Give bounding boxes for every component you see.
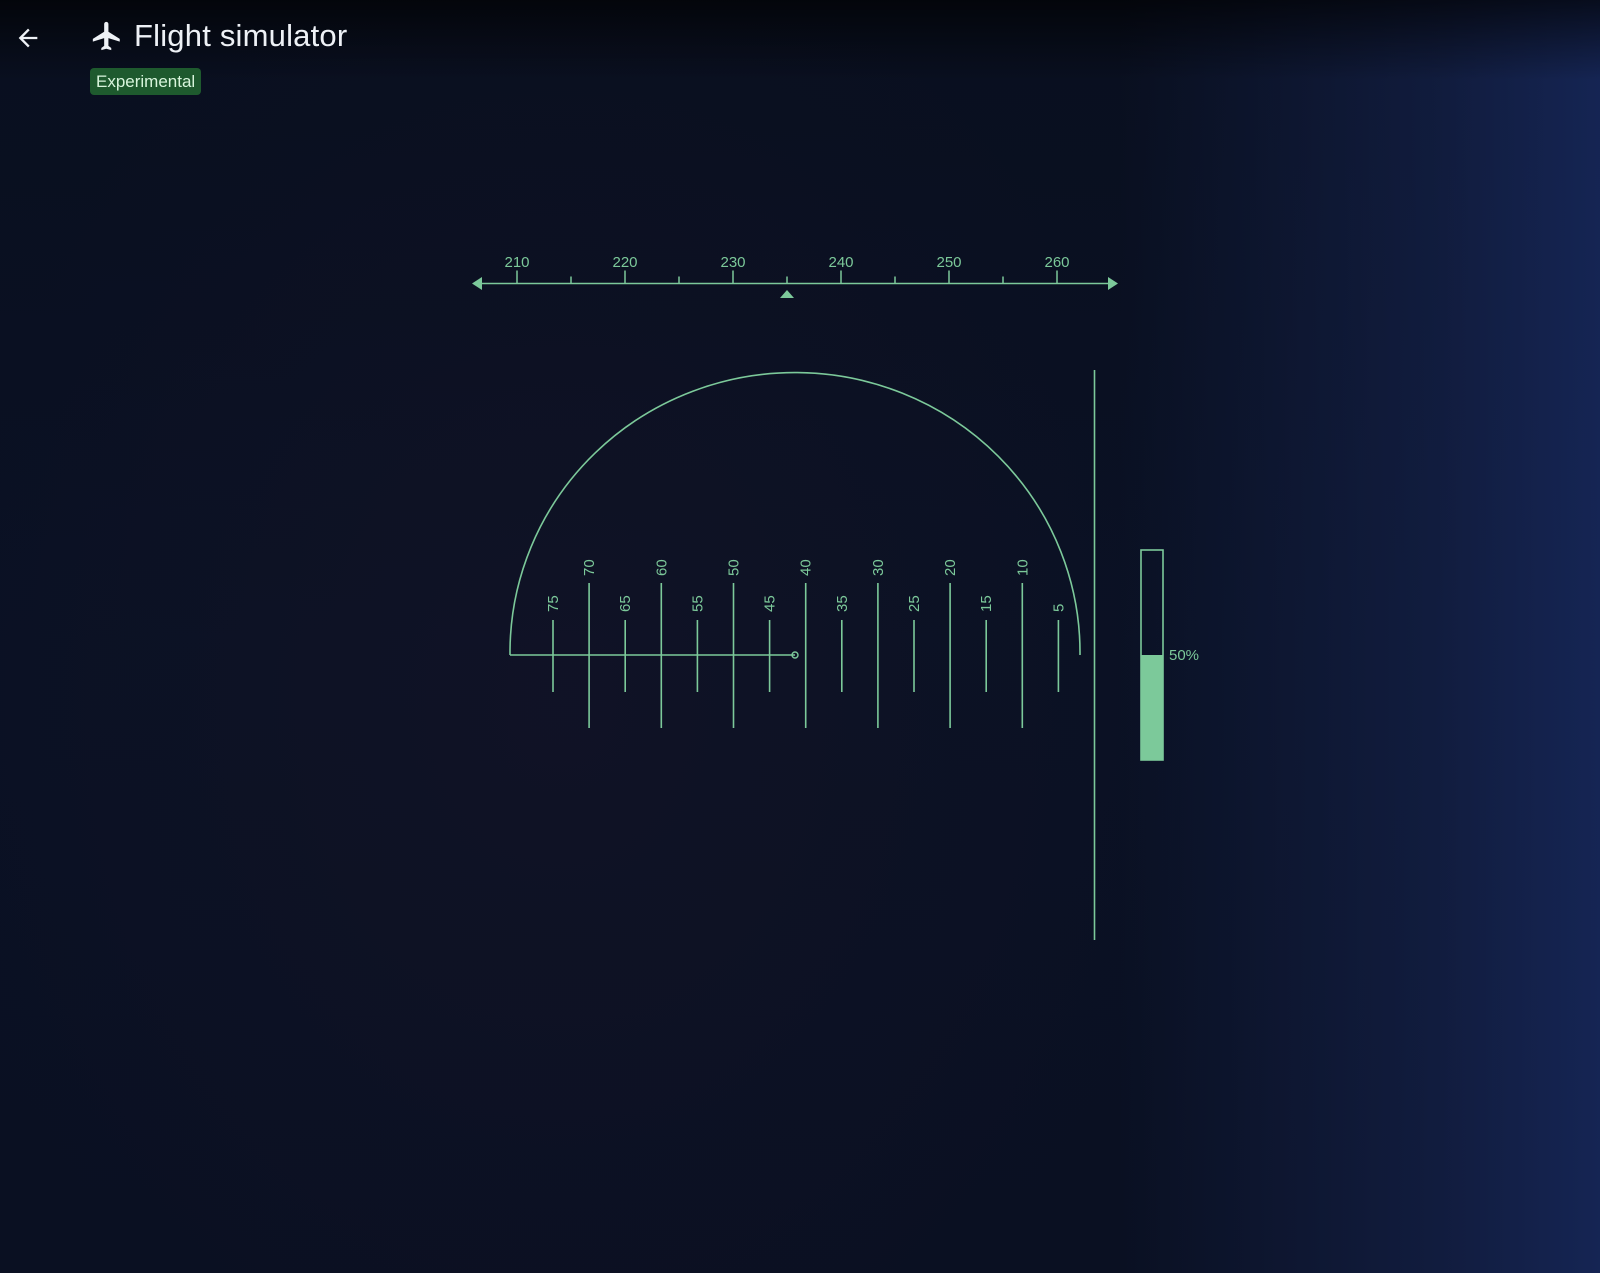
pitch-scale: 75 70 65 60 55 50 45 40 35 30 25 20 15 10 5 <box>545 559 1067 728</box>
pitch-tick-label: 30 <box>870 559 887 576</box>
pitch-tick-label: 10 <box>1014 559 1031 576</box>
heading-current-marker <box>780 290 794 298</box>
throttle-label: 50% <box>1169 647 1199 664</box>
pitch-tick-label: 45 <box>762 595 779 612</box>
heading-tick-label: 210 <box>504 254 529 271</box>
pitch-tick-label: 15 <box>978 595 995 612</box>
heading-left-arrow <box>472 277 482 290</box>
heading-tick-label: 240 <box>828 254 853 271</box>
pitch-tick-label: 60 <box>653 559 670 576</box>
pitch-tick-label: 75 <box>545 595 562 612</box>
pitch-tick-label: 55 <box>689 595 706 612</box>
heading-tick-label: 220 <box>612 254 637 271</box>
pitch-tick-label: 65 <box>617 595 634 612</box>
pitch-tick-label: 5 <box>1050 604 1067 612</box>
pitch-tick-label: 20 <box>942 559 959 576</box>
pitch-tick-label: 40 <box>798 559 815 576</box>
heading-tick-label: 230 <box>720 254 745 271</box>
flight-hud: 210 220 230 240 250 260 75 70 65 60 55 50 45 40 35 30 2… <box>472 254 1199 940</box>
pitch-tick-label: 50 <box>726 559 743 576</box>
heading-tick-label: 250 <box>936 254 961 271</box>
heading-tick-label: 260 <box>1044 254 1069 271</box>
pitch-tick-label: 35 <box>834 595 851 612</box>
heading-tape: 210 220 230 240 250 260 <box>472 254 1118 298</box>
throttle-fill <box>1141 655 1163 760</box>
pitch-tick-label: 25 <box>906 595 923 612</box>
throttle-gauge: 50% <box>1140 549 1199 761</box>
heading-right-arrow <box>1108 277 1118 290</box>
pitch-tick-label: 70 <box>581 559 598 576</box>
